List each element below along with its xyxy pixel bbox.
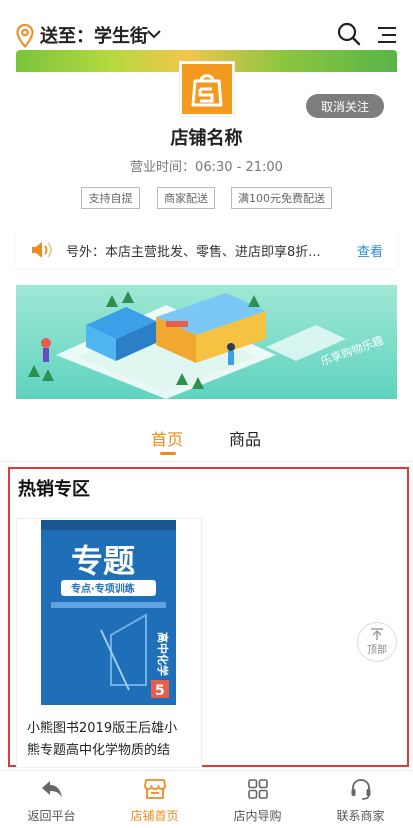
- tab-products[interactable]: 商品: [229, 426, 261, 450]
- nav-label: 店内导购: [233, 809, 282, 823]
- nav-label: 联系商家: [336, 809, 385, 823]
- bottom-nav: 返回平台 店铺首页 店内导购 联系商家: [0, 770, 413, 828]
- grid-icon: [248, 779, 268, 799]
- arrow-up-icon: [371, 628, 383, 640]
- speaker-icon: [32, 242, 52, 258]
- notice-view-link[interactable]: 查看: [357, 241, 383, 260]
- active-tab-indicator: [160, 452, 176, 455]
- tab-home[interactable]: 首页: [151, 426, 183, 450]
- nav-label: 店铺首页: [130, 809, 179, 823]
- tab-divider: [0, 461, 413, 462]
- store-icon: [144, 779, 166, 799]
- nav-back-platform[interactable]: 返回平台: [0, 771, 103, 828]
- promo-banner[interactable]: 乐享购物乐趣: [16, 285, 397, 399]
- business-hours: 营业时间：06:30 - 21:00: [130, 160, 283, 175]
- nav-label: 返回平台: [27, 809, 76, 823]
- delivery-location[interactable]: 送至：学生街: [40, 22, 148, 48]
- back-to-top-label: 顶部: [367, 645, 387, 656]
- book-series: 高中化学: [156, 632, 170, 676]
- chevron-down-icon[interactable]: [146, 26, 162, 42]
- store-name: 店铺名称: [170, 128, 243, 149]
- shopping-bag-icon: [191, 74, 223, 107]
- search-icon[interactable]: [337, 22, 361, 46]
- nav-store-guide[interactable]: 店内导购: [206, 771, 309, 828]
- back-to-top-button[interactable]: 顶部: [357, 622, 397, 662]
- promo-illustration: 乐享购物乐趣: [28, 291, 385, 399]
- service-tag: 商家配送: [157, 187, 215, 209]
- location-pin-icon: [16, 24, 34, 48]
- product-name[interactable]: 小熊图书2019版王后雄小熊专题高中化学物质的结: [27, 718, 187, 762]
- notice-text: 号外：本店主营批发、零售、进店即享8折...: [66, 245, 321, 260]
- store-logo: [180, 62, 234, 116]
- book-title: 专题: [71, 542, 135, 580]
- hot-section-title: 热销专区: [18, 479, 90, 500]
- nav-contact-merchant[interactable]: 联系商家: [309, 771, 412, 828]
- service-tag: 支持自提: [81, 187, 140, 209]
- back-arrow-icon: [42, 781, 62, 798]
- headset-icon: [351, 779, 371, 800]
- product-image[interactable]: 专题 专点·专项训练 高中化学 5: [41, 520, 176, 705]
- menu-icon[interactable]: [376, 25, 398, 45]
- nav-store-home[interactable]: 店铺首页: [103, 771, 206, 828]
- service-tag: 满100元免费配送: [231, 187, 332, 209]
- book-subtitle: 专点·专项训练: [71, 582, 135, 595]
- unfollow-button[interactable]: 取消关注: [306, 94, 384, 118]
- book-volume: 5: [155, 683, 165, 699]
